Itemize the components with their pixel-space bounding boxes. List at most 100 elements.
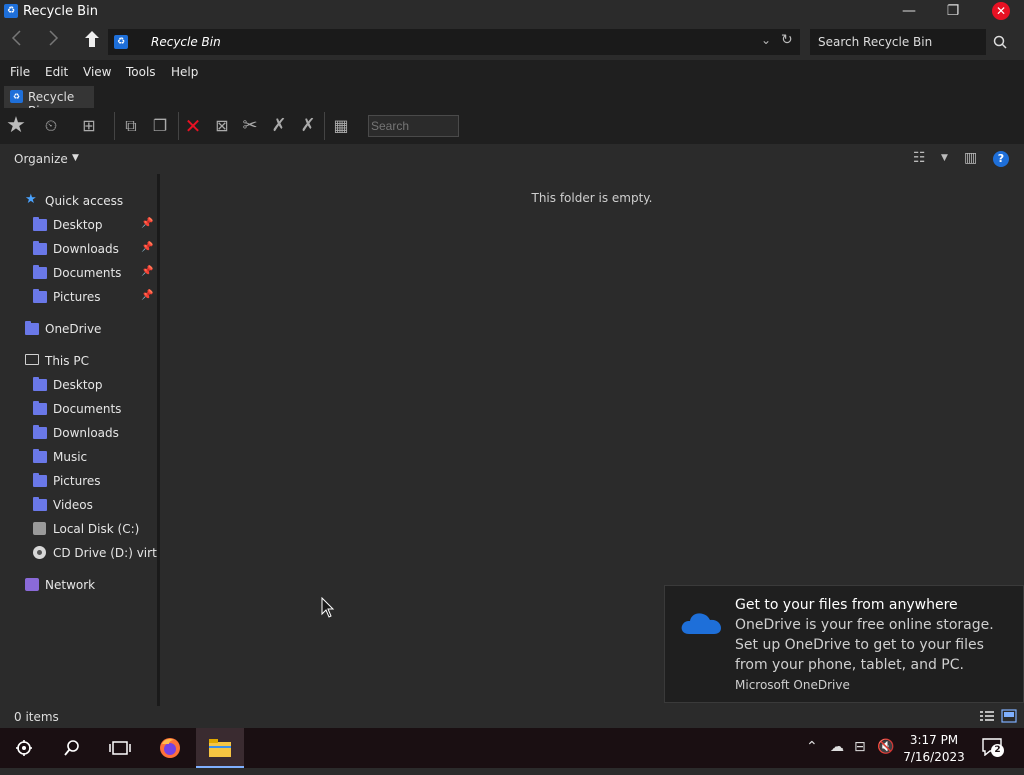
- sidebar-item-local-disk[interactable]: Local Disk (C:): [33, 519, 155, 541]
- refresh-icon[interactable]: ↻: [781, 32, 793, 48]
- history-clock-icon[interactable]: ⏲: [38, 114, 64, 138]
- restore-button[interactable]: ❐: [930, 0, 976, 24]
- action-center-button[interactable]: 2: [982, 738, 1004, 758]
- menu-bar: File Edit View Tools Help: [0, 60, 1024, 84]
- notification-badge: 2: [991, 744, 1004, 757]
- onedrive-notification[interactable]: Get to your files from anywhere OneDrive…: [664, 585, 1024, 703]
- folder-icon: [33, 425, 47, 439]
- network-tray-icon[interactable]: ⊟: [854, 739, 866, 755]
- toolbar-separator: [114, 112, 115, 140]
- view-mode-icon[interactable]: ▦: [328, 114, 354, 138]
- start-button[interactable]: [0, 728, 48, 768]
- favorites-star-icon[interactable]: ★: [3, 114, 29, 138]
- task-view-icon: [109, 741, 131, 755]
- search-icon[interactable]: [986, 29, 1014, 55]
- close-button[interactable]: ✕: [978, 0, 1024, 24]
- search-button[interactable]: [48, 728, 96, 768]
- sidebar-item-label: Desktop: [53, 378, 103, 392]
- sidebar-item-pc-documents[interactable]: Documents: [33, 399, 155, 421]
- move-icon[interactable]: ❐: [147, 114, 173, 138]
- chevron-up-icon[interactable]: ⌃: [806, 739, 818, 755]
- forward-button[interactable]: [41, 30, 65, 54]
- sidebar-item-network[interactable]: Network: [25, 575, 155, 597]
- menu-edit[interactable]: Edit: [45, 65, 68, 79]
- sidebar-item-downloads[interactable]: Downloads 📌: [33, 239, 155, 261]
- clock-date: 7/16/2023: [903, 750, 965, 764]
- address-bar[interactable]: ♻ Recycle Bin ⌄ ↻: [108, 29, 800, 55]
- help-icon[interactable]: ?: [993, 151, 1009, 167]
- cut-icon[interactable]: ✂: [237, 114, 263, 138]
- sidebar-item-label: This PC: [45, 354, 89, 368]
- sidebar-item-pc-pictures[interactable]: Pictures: [33, 471, 155, 493]
- close-icon: ✕: [992, 2, 1010, 20]
- notification-source: Microsoft OneDrive: [735, 678, 850, 692]
- delete-icon[interactable]: ✕: [180, 114, 206, 138]
- details-view-icon[interactable]: [979, 709, 995, 723]
- tab-bar: ♻ Recycle Bin: [0, 84, 1024, 118]
- organize-button[interactable]: Organize: [14, 152, 68, 166]
- sidebar-item-pc-downloads[interactable]: Downloads: [33, 423, 155, 445]
- taskbar-file-explorer[interactable]: [196, 728, 244, 768]
- folder-icon: [33, 497, 47, 511]
- menu-tools[interactable]: Tools: [126, 65, 156, 79]
- copy-icon[interactable]: ⧉: [118, 114, 144, 138]
- sidebar-item-music[interactable]: Music: [33, 447, 155, 469]
- delete-permanently-icon[interactable]: ⊠: [209, 114, 235, 138]
- menu-file[interactable]: File: [10, 65, 30, 79]
- sidebar-item-label: Music: [53, 450, 88, 464]
- sidebar-item-videos[interactable]: Videos: [33, 495, 155, 517]
- sidebar-item-this-pc[interactable]: This PC: [25, 351, 155, 373]
- window-title: Recycle Bin: [23, 4, 98, 19]
- title-bar: ♻ Recycle Bin — ❐ ✕: [0, 0, 1024, 24]
- up-arrow-icon: [85, 31, 99, 47]
- network-icon: [25, 578, 39, 591]
- windows-logo-icon[interactable]: ⊞: [76, 114, 102, 138]
- star-icon: ★: [25, 192, 37, 207]
- volume-muted-icon[interactable]: 🔇: [877, 739, 894, 755]
- sidebar-item-pc-desktop[interactable]: Desktop: [33, 375, 155, 397]
- sidebar-item-onedrive[interactable]: OneDrive: [25, 319, 155, 341]
- notification-title: Get to your files from anywhere: [735, 597, 958, 613]
- pin-icon: 📌: [141, 290, 154, 301]
- tab-recycle-bin[interactable]: ♻ Recycle Bin: [4, 86, 94, 118]
- recycle-bin-icon: ♻: [4, 4, 18, 18]
- redo-icon[interactable]: ✗: [295, 114, 321, 138]
- back-button[interactable]: [5, 30, 29, 54]
- menu-help[interactable]: Help: [171, 65, 198, 79]
- chevron-down-icon[interactable]: ▼: [72, 153, 79, 163]
- change-view-icon[interactable]: ☷: [913, 150, 926, 166]
- clock[interactable]: 3:17 PM 7/16/2023: [898, 732, 970, 766]
- folder-icon: [33, 265, 47, 279]
- undo-icon[interactable]: ✗: [266, 114, 292, 138]
- chevron-down-icon[interactable]: ▼: [941, 153, 948, 163]
- address-path: Recycle Bin: [151, 35, 221, 49]
- sidebar-item-label: Desktop: [53, 218, 103, 232]
- toolbar-search-input[interactable]: [368, 115, 459, 137]
- sidebar-item-documents[interactable]: Documents 📌: [33, 263, 155, 285]
- back-arrow-icon: [11, 30, 21, 46]
- sidebar-item-pictures[interactable]: Pictures 📌: [33, 287, 155, 309]
- folder-icon: [33, 241, 47, 255]
- chevron-down-icon[interactable]: ⌄: [761, 33, 771, 47]
- menu-view[interactable]: View: [83, 65, 111, 79]
- sidebar-item-cd-drive[interactable]: CD Drive (D:) virtio: [33, 543, 157, 565]
- computer-icon: [25, 354, 39, 365]
- file-explorer-icon: [209, 739, 231, 757]
- toolbar-separator: [178, 112, 179, 140]
- taskbar-firefox[interactable]: [146, 728, 194, 768]
- cd-drive-icon: [33, 546, 46, 559]
- mouse-cursor-icon: [321, 597, 335, 618]
- sidebar-item-label: Downloads: [53, 242, 119, 256]
- task-view-button[interactable]: [96, 728, 144, 768]
- taskbar: ⌃ ☁ ⊟ 🔇 3:17 PM 7/16/2023 2: [0, 728, 1024, 768]
- folder-icon: [33, 289, 47, 303]
- minimize-button[interactable]: —: [886, 0, 932, 24]
- large-icons-view-icon[interactable]: [1001, 709, 1017, 723]
- sidebar-item-quick-access[interactable]: ★ Quick access: [25, 191, 155, 213]
- onedrive-tray-icon[interactable]: ☁: [830, 739, 844, 755]
- sidebar-item-desktop[interactable]: Desktop 📌: [33, 215, 155, 237]
- search-input[interactable]: Search Recycle Bin: [810, 29, 1014, 55]
- folder-icon: [33, 473, 47, 487]
- preview-pane-icon[interactable]: ▥: [964, 150, 977, 166]
- up-button[interactable]: [80, 30, 104, 54]
